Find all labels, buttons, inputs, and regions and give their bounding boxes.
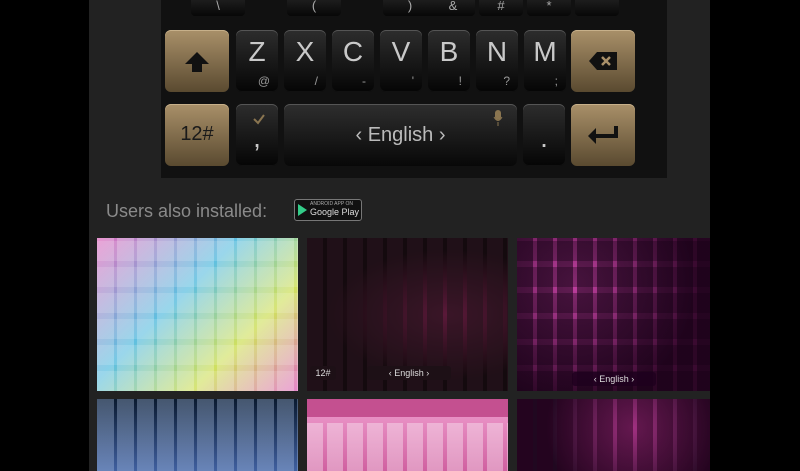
key-z[interactable]: Z @ <box>236 30 278 92</box>
toolbar-strip <box>307 399 508 417</box>
space-bar[interactable]: ‹ English › <box>284 104 517 166</box>
key-paren-close[interactable]: ) <box>383 0 437 16</box>
numeric-mode-label: 12# <box>180 123 214 145</box>
key-v-sub: ' <box>411 74 414 88</box>
comma-label: , <box>253 122 261 153</box>
key-z-label: Z <box>248 36 266 67</box>
key-m-label: M <box>533 36 557 67</box>
key-x-sub: / <box>314 74 318 88</box>
backspace-icon <box>589 52 617 70</box>
theme-thumbnail-purple-heart[interactable] <box>517 399 710 471</box>
enter-key[interactable] <box>571 104 635 166</box>
key-c-label: C <box>342 36 364 67</box>
key-v[interactable]: V ' <box>380 30 422 92</box>
users-also-installed-label: Users also installed: <box>106 200 268 221</box>
shift-key[interactable] <box>165 30 229 92</box>
key-c-sub: - <box>362 74 366 88</box>
keys-overlay <box>307 423 508 471</box>
key-backslash[interactable]: \ <box>191 0 245 16</box>
keys-overlay <box>97 238 298 391</box>
microphone-icon <box>493 110 503 126</box>
google-play-label: Google Play <box>310 207 360 217</box>
key-n[interactable]: N? <box>476 30 518 92</box>
key-asterisk[interactable]: * <box>527 0 571 16</box>
key-x[interactable]: X / <box>284 30 326 92</box>
key-m[interactable]: M; <box>524 30 566 92</box>
backspace-key[interactable] <box>571 30 635 92</box>
language-label: ‹ English › <box>355 124 446 146</box>
theme-thumbnail-pink-leopard[interactable]: ‹ English › <box>517 238 710 391</box>
key-c[interactable]: C- <box>332 30 374 92</box>
period-label: . <box>540 122 548 153</box>
theme-thumbnail-blue-glass[interactable] <box>97 399 298 471</box>
key-b-label: B <box>439 36 459 67</box>
keys-overlay <box>97 399 298 471</box>
comma-key[interactable]: , <box>236 104 278 166</box>
theme-thumbnail-black-pink[interactable]: 12# ‹ English › <box>307 238 508 391</box>
key-ampersand[interactable]: & <box>431 0 475 16</box>
key-n-label: N <box>486 36 508 67</box>
theme-thumbnail-pink-glossy[interactable] <box>307 399 508 471</box>
keys-overlay <box>517 238 710 391</box>
key-paren-open[interactable]: ( <box>287 0 341 16</box>
keys-overlay <box>517 399 710 471</box>
enter-return-icon <box>588 126 618 144</box>
theme-thumbnail-rainbow[interactable] <box>97 238 298 391</box>
key-extra[interactable] <box>575 0 619 16</box>
shift-arrow-up-icon <box>185 52 209 72</box>
key-hash[interactable]: # <box>479 0 523 16</box>
google-play-badge[interactable]: ANDROID APP ON Google Play <box>294 199 362 221</box>
key-m-sub: ; <box>554 74 558 88</box>
numeric-mode-key[interactable]: 12# <box>165 104 229 166</box>
google-play-icon <box>298 204 307 216</box>
mini-space-label: ‹ English › <box>367 366 451 380</box>
mini-space-label: ‹ English › <box>572 372 656 386</box>
period-key[interactable]: . <box>523 104 565 166</box>
key-z-sub: @ <box>257 74 270 88</box>
key-n-sub: ? <box>503 74 510 88</box>
users-also-installed-row: Users also installed: <box>106 198 267 224</box>
key-x-label: X <box>295 36 315 67</box>
key-v-label: V <box>391 36 411 67</box>
key-b-sub: ! <box>458 74 462 88</box>
key-b[interactable]: B! <box>428 30 470 92</box>
mini-numeric-key: 12# <box>310 366 336 380</box>
